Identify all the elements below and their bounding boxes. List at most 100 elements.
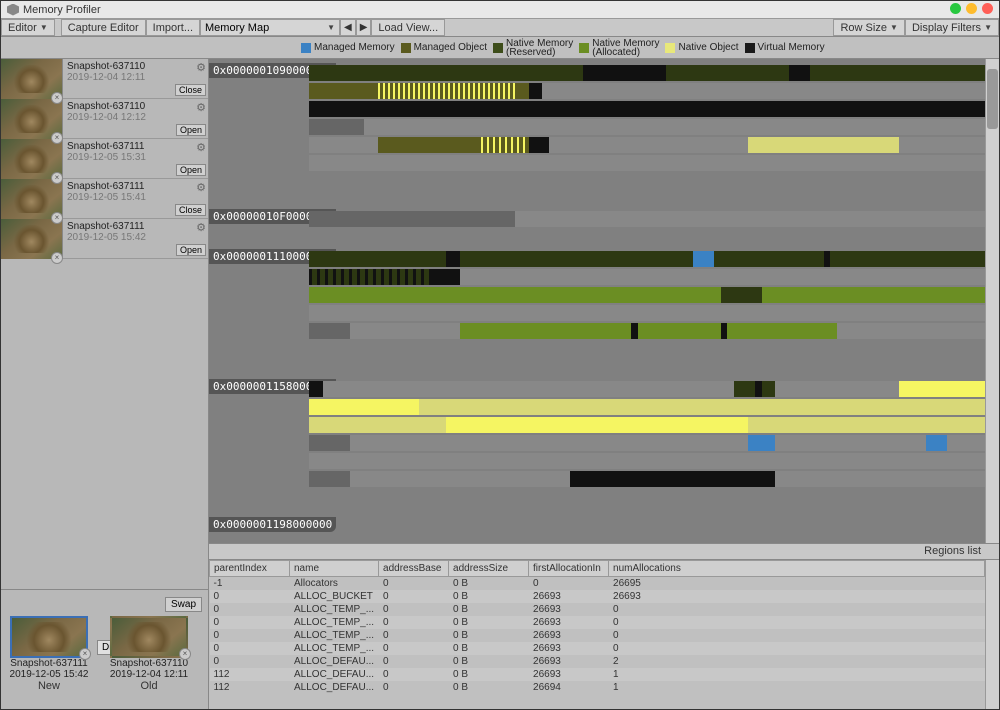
snapshot-action-button[interactable]: Close — [175, 84, 206, 96]
view-dropdown[interactable]: Memory Map▼ — [200, 19, 340, 36]
snapshot-date: 2019-12-05 15:42 — [67, 232, 204, 243]
col-first-allocation[interactable]: firstAllocationIn — [529, 561, 609, 577]
table-row[interactable]: 0ALLOC_TEMP_...00 B266930 — [210, 642, 985, 655]
snapshot-list: × Snapshot-637110 2019-12-04 12:11 ⚙ Clo… — [1, 59, 208, 589]
table-cell: 0 — [379, 603, 449, 616]
window-close[interactable] — [982, 3, 993, 14]
table-cell: 0 — [609, 616, 985, 629]
compare-name: Snapshot-637110 — [105, 658, 193, 669]
memory-block[interactable] — [309, 65, 995, 195]
table-cell: 2 — [609, 655, 985, 668]
table-cell: 0 B — [449, 577, 529, 591]
compare-date: 2019-12-04 12:11 — [105, 669, 193, 680]
snapshot-action-button[interactable]: Open — [176, 244, 206, 256]
memory-profiler-window: Memory Profiler Editor ▼ Capture Editor … — [0, 0, 1000, 710]
snapshot-action-button[interactable]: Close — [175, 204, 206, 216]
import-button[interactable]: Import... — [146, 19, 200, 36]
table-cell: -1 — [210, 577, 290, 591]
table-cell: ALLOC_DEFAU... — [290, 681, 379, 694]
snapshot-date: 2019-12-05 15:31 — [67, 152, 204, 163]
delete-icon[interactable]: × — [51, 172, 63, 184]
col-name[interactable]: name — [290, 561, 379, 577]
snapshot-thumbnail: × — [1, 99, 63, 139]
swatch-managed-memory — [301, 43, 311, 53]
editor-dropdown[interactable]: Editor ▼ — [1, 19, 55, 36]
nav-prev-button[interactable]: ◀ — [340, 19, 356, 36]
table-cell: 0 B — [449, 603, 529, 616]
row-size-dropdown[interactable]: Row Size ▼ — [833, 19, 904, 36]
table-cell: 0 — [379, 590, 449, 603]
remove-icon[interactable]: × — [79, 648, 91, 660]
table-row[interactable]: 112ALLOC_DEFAU...00 B266941 — [210, 681, 985, 694]
load-view-button[interactable]: Load View... — [371, 19, 445, 36]
col-address-size[interactable]: addressSize — [449, 561, 529, 577]
snapshot-item[interactable]: × Snapshot-637110 2019-12-04 12:11 ⚙ Clo… — [1, 59, 208, 99]
gear-icon[interactable]: ⚙ — [196, 221, 206, 234]
gear-icon[interactable]: ⚙ — [196, 181, 206, 194]
vertical-scrollbar[interactable] — [985, 59, 999, 543]
remove-icon[interactable]: × — [179, 648, 191, 660]
col-num-allocations[interactable]: numAllocations — [609, 561, 985, 577]
compare-thumbnail — [10, 616, 88, 658]
snapshot-action-button[interactable]: Open — [176, 124, 206, 136]
col-parent-index[interactable]: parentIndex — [210, 561, 290, 577]
table-cell: 0 — [609, 603, 985, 616]
gear-icon[interactable]: ⚙ — [196, 141, 206, 154]
table-scrollbar[interactable] — [985, 560, 999, 709]
snapshot-item[interactable]: × Snapshot-637111 2019-12-05 15:41 ⚙ Clo… — [1, 179, 208, 219]
compare-date: 2019-12-05 15:42 — [5, 669, 93, 680]
table-row[interactable]: 0ALLOC_TEMP_...00 B266930 — [210, 603, 985, 616]
table-cell: 26693 — [529, 590, 609, 603]
snapshot-item[interactable]: × Snapshot-637110 2019-12-04 12:12 ⚙ Ope… — [1, 99, 208, 139]
compare-slot-new[interactable]: × Snapshot-637111 2019-12-05 15:42 New — [5, 616, 93, 692]
row-size-label: Row Size — [840, 22, 886, 34]
delete-icon[interactable]: × — [51, 92, 63, 104]
delete-icon[interactable]: × — [51, 212, 63, 224]
gear-icon[interactable]: ⚙ — [196, 101, 206, 114]
window-controls — [950, 3, 993, 14]
table-row[interactable]: 0ALLOC_DEFAU...00 B266932 — [210, 655, 985, 668]
table-cell: ALLOC_TEMP_... — [290, 616, 379, 629]
window-minimize[interactable] — [950, 3, 961, 14]
toolbar: Editor ▼ Capture Editor Import... Memory… — [1, 19, 999, 37]
memory-map-area: 0x0000001090000000 0x00000010F000 — [209, 59, 999, 709]
table-cell: 26695 — [609, 577, 985, 591]
memory-block[interactable] — [309, 251, 995, 369]
table-row[interactable]: 0ALLOC_TEMP_...00 B266930 — [210, 629, 985, 642]
table-cell: 0 — [210, 616, 290, 629]
snapshot-date: 2019-12-05 15:41 — [67, 192, 204, 203]
compare-slot-old[interactable]: × Snapshot-637110 2019-12-04 12:11 Old — [105, 616, 193, 692]
snapshot-name: Snapshot-637111 — [67, 181, 204, 192]
memory-map-scroll[interactable]: 0x0000001090000000 0x00000010F000 — [209, 59, 999, 543]
snapshot-item[interactable]: × Snapshot-637111 2019-12-05 15:31 ⚙ Ope… — [1, 139, 208, 179]
gear-icon[interactable]: ⚙ — [196, 61, 206, 74]
capture-editor-button[interactable]: Capture Editor — [61, 19, 146, 36]
legend-native-alloc-b: (Allocated) — [592, 48, 659, 57]
table-row[interactable]: 112ALLOC_DEFAU...00 B266931 — [210, 668, 985, 681]
snapshot-name: Snapshot-637110 — [67, 101, 204, 112]
table-row[interactable]: 0ALLOC_TEMP_...00 B266930 — [210, 616, 985, 629]
table-cell: 0 — [210, 642, 290, 655]
table-cell: 26693 — [609, 590, 985, 603]
table-cell: 0 B — [449, 642, 529, 655]
col-address-base[interactable]: addressBase — [379, 561, 449, 577]
display-filters-dropdown[interactable]: Display Filters ▼ — [905, 19, 999, 36]
legend-managed-object: Managed Object — [414, 42, 487, 53]
delete-icon[interactable]: × — [51, 132, 63, 144]
compare-panel: Swap × Snapshot-637111 2019-12-05 15:42 … — [1, 589, 208, 709]
snapshot-date: 2019-12-04 12:11 — [67, 72, 204, 83]
window-maximize[interactable] — [966, 3, 977, 14]
nav-next-button[interactable]: ▶ — [356, 19, 372, 36]
memory-block[interactable] — [309, 211, 995, 233]
snapshot-name: Snapshot-637110 — [67, 61, 204, 72]
snapshot-thumbnail: × — [1, 139, 63, 179]
delete-icon[interactable]: × — [51, 252, 63, 264]
memory-block[interactable] — [309, 381, 995, 511]
snapshot-date: 2019-12-04 12:12 — [67, 112, 204, 123]
swap-button[interactable]: Swap — [165, 597, 202, 612]
snapshot-item[interactable]: × Snapshot-637111 2019-12-05 15:42 ⚙ Ope… — [1, 219, 208, 259]
snapshot-action-button[interactable]: Open — [176, 164, 206, 176]
table-row[interactable]: -1Allocators00 B026695 — [210, 577, 985, 591]
table-row[interactable]: 0ALLOC_BUCKET00 B2669326693 — [210, 590, 985, 603]
table-cell: 26693 — [529, 616, 609, 629]
